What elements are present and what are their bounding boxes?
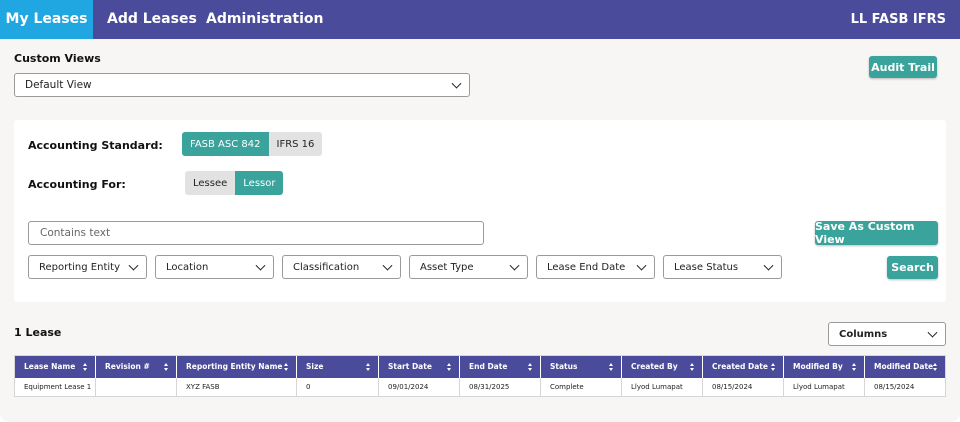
sort-icon[interactable] bbox=[528, 363, 533, 372]
column-header-label: End Date bbox=[469, 362, 508, 371]
custom-views-select[interactable]: Default View bbox=[14, 73, 470, 97]
column-header-label: Created By bbox=[631, 362, 678, 371]
sort-icon[interactable] bbox=[609, 363, 614, 372]
accounting-standard-label: Accounting Standard: bbox=[28, 139, 163, 152]
asset-type-filter[interactable]: Asset Type bbox=[409, 255, 528, 279]
column-header[interactable]: End Date bbox=[460, 356, 541, 378]
column-header-label: Status bbox=[550, 362, 578, 371]
table-cell: Equipment Lease 1 bbox=[15, 378, 96, 397]
column-header[interactable]: Created By bbox=[622, 356, 703, 378]
columns-select[interactable]: Columns bbox=[828, 322, 946, 346]
accounting-for-lessee-option[interactable]: Lessee bbox=[185, 171, 236, 195]
accounting-for-lessor-option[interactable]: Lessor bbox=[235, 171, 284, 195]
contains-text-input[interactable]: Contains text bbox=[28, 221, 484, 245]
lease-end-date-filter[interactable]: Lease End Date bbox=[536, 255, 655, 279]
chevron-down-icon bbox=[763, 260, 774, 271]
chevron-down-icon bbox=[255, 260, 266, 271]
audit-trail-button[interactable]: Audit Trail bbox=[869, 56, 937, 78]
chevron-down-icon bbox=[509, 260, 520, 271]
standard-ifrs-option[interactable]: IFRS 16 bbox=[268, 132, 323, 156]
accounting-for-label: Accounting For: bbox=[28, 178, 126, 191]
sort-icon[interactable] bbox=[771, 363, 776, 372]
classification-filter-label: Classification bbox=[293, 261, 360, 273]
asset-type-filter-label: Asset Type bbox=[420, 261, 474, 273]
column-header-label: Size bbox=[306, 362, 324, 371]
table-cell: 09/01/2024 bbox=[379, 378, 460, 397]
sort-icon[interactable] bbox=[690, 363, 695, 372]
column-header[interactable]: Start Date bbox=[379, 356, 460, 378]
table-cell: Llyod Lumapat bbox=[784, 378, 865, 397]
table-cell: 0 bbox=[297, 378, 379, 397]
tab-administration[interactable]: Administration bbox=[206, 0, 323, 39]
lease-status-filter[interactable]: Lease Status bbox=[663, 255, 782, 279]
table-cell: XYZ FASB bbox=[177, 378, 297, 397]
column-header-label: Created Date bbox=[712, 362, 768, 371]
sort-icon[interactable] bbox=[852, 363, 857, 372]
top-nav: My Leases Add Leases Administration LL F… bbox=[0, 0, 960, 39]
table-cell bbox=[96, 378, 177, 397]
column-header[interactable]: Status bbox=[541, 356, 622, 378]
sort-icon[interactable] bbox=[447, 363, 452, 372]
table-cell: 08/15/2024 bbox=[703, 378, 784, 397]
accounting-standard-toggle: FASB ASC 842 IFRS 16 bbox=[182, 132, 323, 156]
brand-title: LL FASB IFRS bbox=[850, 12, 946, 27]
chevron-down-icon bbox=[636, 260, 647, 271]
column-header-label: Revision # bbox=[105, 362, 150, 371]
reporting-entity-filter-label: Reporting Entity bbox=[39, 261, 120, 273]
columns-select-label: Columns bbox=[839, 328, 888, 340]
column-header[interactable]: Size bbox=[297, 356, 379, 378]
chevron-down-icon bbox=[382, 260, 393, 271]
classification-filter[interactable]: Classification bbox=[282, 255, 401, 279]
tab-my-leases[interactable]: My Leases bbox=[0, 0, 93, 39]
chevron-down-icon bbox=[128, 260, 139, 271]
tab-add-leases[interactable]: Add Leases bbox=[107, 0, 197, 39]
lease-count: 1 Lease bbox=[14, 326, 62, 339]
sort-icon[interactable] bbox=[933, 363, 938, 372]
leases-table: Lease Name Revision # Reporting Entity N… bbox=[14, 355, 946, 397]
sort-icon[interactable] bbox=[366, 363, 371, 372]
custom-views-label: Custom Views bbox=[14, 52, 101, 65]
custom-views-value: Default View bbox=[25, 79, 92, 91]
column-header[interactable]: Revision # bbox=[96, 356, 177, 378]
column-header-label: Reporting Entity Name bbox=[186, 362, 283, 371]
table-cell: Llyod Lumapat bbox=[622, 378, 703, 397]
reporting-entity-filter[interactable]: Reporting Entity bbox=[28, 255, 147, 279]
sort-icon[interactable] bbox=[284, 363, 289, 372]
lease-status-filter-label: Lease Status bbox=[674, 261, 739, 273]
standard-fasb-option[interactable]: FASB ASC 842 bbox=[182, 132, 269, 156]
table-header: Lease Name Revision # Reporting Entity N… bbox=[15, 356, 945, 378]
search-button[interactable]: Search bbox=[887, 256, 938, 279]
column-header-label: Start Date bbox=[388, 362, 432, 371]
save-custom-view-button[interactable]: Save As Custom View bbox=[815, 220, 938, 246]
column-header[interactable]: Created Date bbox=[703, 356, 784, 378]
chevron-down-icon bbox=[451, 78, 462, 89]
column-header-label: Modified Date bbox=[874, 362, 934, 371]
table-cell: 08/31/2025 bbox=[460, 378, 541, 397]
accounting-for-toggle: Lessee Lessor bbox=[185, 171, 284, 195]
table-cell: Complete bbox=[541, 378, 622, 397]
app-window: My Leases Add Leases Administration LL F… bbox=[0, 0, 960, 422]
sort-icon[interactable] bbox=[83, 363, 88, 372]
location-filter-label: Location bbox=[166, 261, 209, 273]
column-header-label: Lease Name bbox=[24, 362, 76, 371]
chevron-down-icon bbox=[927, 327, 938, 338]
column-header[interactable]: Lease Name bbox=[15, 356, 96, 378]
table-cell: 08/15/2024 bbox=[874, 383, 915, 391]
sort-icon[interactable] bbox=[164, 363, 169, 372]
location-filter[interactable]: Location bbox=[155, 255, 274, 279]
column-header[interactable]: Reporting Entity Name bbox=[177, 356, 297, 378]
column-header[interactable]: Modified Date bbox=[865, 356, 945, 378]
lease-end-date-filter-label: Lease End Date bbox=[547, 261, 626, 273]
column-header-label: Modified By bbox=[793, 362, 843, 371]
column-header[interactable]: Modified By bbox=[784, 356, 865, 378]
